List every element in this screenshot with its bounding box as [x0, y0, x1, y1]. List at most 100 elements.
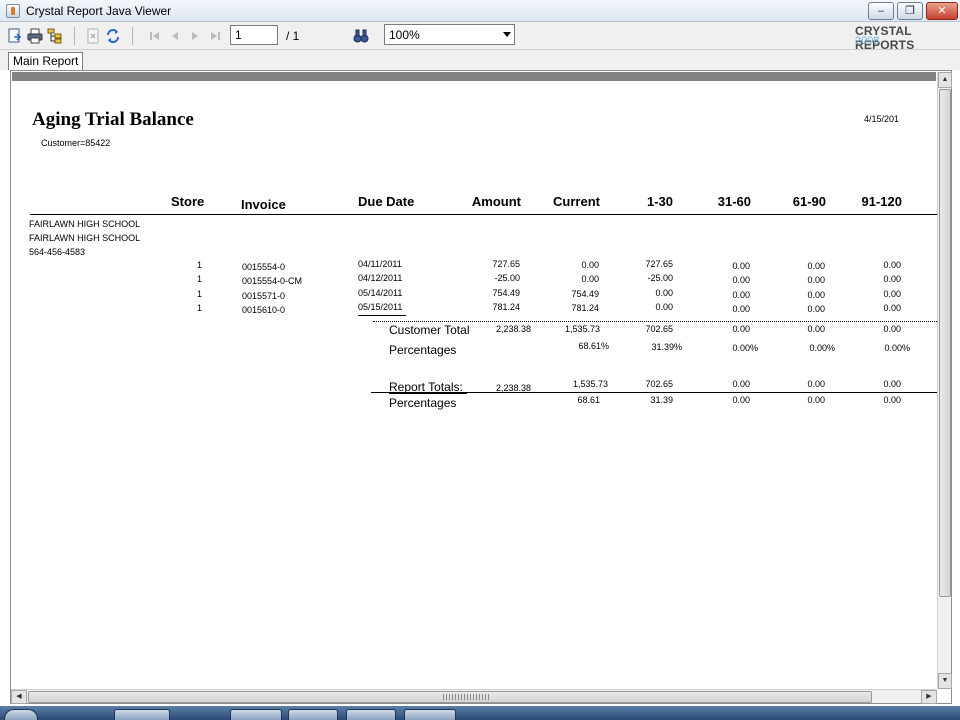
report-totals-current: 1,535.73 — [572, 379, 608, 389]
next-page-icon[interactable] — [186, 27, 204, 45]
search-icon[interactable] — [352, 27, 370, 45]
cell-store: 1 — [197, 274, 203, 284]
report-pct-91-120: 0.00 — [883, 395, 901, 405]
vertical-scrollbar[interactable]: ▲ ▼ — [937, 72, 952, 689]
cell-31-60: 0.00 — [732, 261, 750, 271]
customer-percentages-label: Percentages — [389, 343, 457, 357]
tab-main-report[interactable]: Main Report — [8, 52, 84, 70]
customer-pct-91-120: 0.00% — [884, 343, 910, 353]
os-taskbar — [0, 706, 960, 720]
report-pct-31-60: 0.00 — [732, 395, 750, 405]
column-header-91-120: 91-120 — [861, 194, 902, 209]
cell-1-30: -25.00 — [647, 273, 673, 283]
print-icon[interactable] — [26, 27, 44, 45]
date-underline — [358, 315, 406, 316]
window-title: Crystal Report Java Viewer — [26, 4, 172, 18]
scroll-down-icon[interactable]: ▼ — [938, 673, 952, 689]
horizontal-scrollbar[interactable]: ◀ ▶ — [11, 689, 937, 704]
cell-invoice: 0015554-0 — [242, 262, 286, 272]
header-underline — [30, 214, 937, 215]
customer-total-label: Customer Total — [389, 323, 470, 337]
cell-91-120: 0.00 — [883, 260, 901, 270]
report-totals-31-60: 0.00 — [732, 379, 750, 389]
cell-1-30: 0.00 — [655, 302, 673, 312]
customer-pct-1-30: 31.39% — [651, 342, 682, 352]
cell-61-90: 0.00 — [807, 275, 825, 285]
cell-store: 1 — [197, 260, 203, 270]
page-total-label: / 1 — [286, 29, 300, 43]
customer-total-31-60: 0.00 — [732, 324, 750, 334]
minimize-button[interactable]: – — [868, 2, 894, 20]
report-title: Aging Trial Balance — [32, 109, 194, 130]
vertical-scroll-thumb[interactable] — [939, 89, 951, 597]
toolbar-separator — [74, 27, 75, 45]
brand-year: 2008 — [855, 35, 880, 47]
group-tree-icon[interactable] — [46, 27, 64, 45]
customer-pct-31-60: 0.00% — [732, 343, 758, 353]
customer-pct-61-90: 0.00% — [809, 343, 835, 353]
customer-total-current: 1,535.73 — [564, 324, 600, 334]
cell-91-120: 0.00 — [883, 274, 901, 284]
cell-due-date: 04/12/2011 — [358, 273, 403, 283]
scroll-up-icon[interactable]: ▲ — [938, 72, 952, 88]
report-pct-1-30: 31.39 — [650, 395, 673, 405]
cell-current: 754.49 — [571, 289, 599, 299]
cell-31-60: 0.00 — [732, 290, 750, 300]
cell-due-date: 05/14/2011 — [358, 288, 403, 298]
column-header-61-90: 61-90 — [792, 194, 826, 209]
cell-due-date: 05/15/2011 — [358, 302, 403, 312]
taskbar-item[interactable] — [230, 709, 282, 720]
window-title-bar: Crystal Report Java Viewer – ❐ ✕ — [0, 0, 960, 22]
cell-current: 0.00 — [581, 260, 599, 270]
cell-91-120: 0.00 — [883, 289, 901, 299]
column-header-invoice: Invoice — [241, 197, 286, 212]
cell-invoice: 0015610-0 — [242, 305, 286, 315]
cell-61-90: 0.00 — [807, 304, 825, 314]
taskbar-item[interactable] — [114, 709, 170, 720]
cell-amount: 781.24 — [492, 302, 520, 312]
report-pct-61-90: 0.00 — [807, 395, 825, 405]
chevron-down-icon — [503, 32, 511, 37]
zoom-dropdown[interactable]: 100% — [384, 24, 515, 45]
taskbar-item[interactable] — [404, 709, 456, 720]
scroll-grip — [443, 694, 489, 700]
java-app-icon — [6, 4, 20, 18]
cell-61-90: 0.00 — [807, 290, 825, 300]
last-page-icon[interactable] — [206, 27, 224, 45]
first-page-icon[interactable] — [146, 27, 164, 45]
cell-31-60: 0.00 — [732, 275, 750, 285]
page-number-input[interactable] — [230, 25, 278, 45]
customer-total-1-30: 702.65 — [645, 324, 673, 334]
maximize-button[interactable]: ❐ — [897, 2, 923, 20]
cell-amount: 754.49 — [492, 288, 520, 298]
totals-separator — [371, 392, 937, 393]
cell-91-120: 0.00 — [883, 303, 901, 313]
cell-store: 1 — [197, 289, 203, 299]
column-header-due-date: Due Date — [358, 194, 415, 209]
cell-invoice: 0015571-0 — [242, 291, 286, 301]
taskbar-item[interactable] — [346, 709, 396, 720]
report-page-top-border — [12, 72, 936, 81]
previous-page-icon[interactable] — [166, 27, 184, 45]
scroll-right-icon[interactable]: ▶ — [921, 690, 937, 704]
taskbar-item[interactable] — [288, 709, 338, 720]
cell-invoice: 0015554-0-CM — [242, 276, 303, 286]
close-view-icon[interactable] — [84, 27, 102, 45]
cell-store: 1 — [197, 303, 203, 313]
customer-name: FAIRLAWN HIGH SCHOOL — [29, 233, 141, 243]
cell-current: 781.24 — [571, 303, 599, 313]
refresh-icon[interactable] — [104, 27, 122, 45]
report-date: 4/15/201 — [864, 114, 900, 124]
cell-due-date: 04/11/2011 — [358, 259, 402, 269]
export-icon[interactable] — [6, 27, 24, 45]
column-header-store: Store — [171, 194, 205, 209]
cell-31-60: 0.00 — [732, 304, 750, 314]
scroll-left-icon[interactable]: ◀ — [11, 690, 27, 704]
horizontal-scroll-thumb[interactable] — [28, 691, 872, 703]
close-button[interactable]: ✕ — [926, 2, 958, 20]
cell-amount: 727.65 — [492, 259, 520, 269]
report-totals-underline — [389, 393, 467, 394]
start-button[interactable] — [4, 709, 38, 720]
cell-amount: -25.00 — [494, 273, 520, 283]
column-header-amount: Amount — [471, 194, 521, 209]
